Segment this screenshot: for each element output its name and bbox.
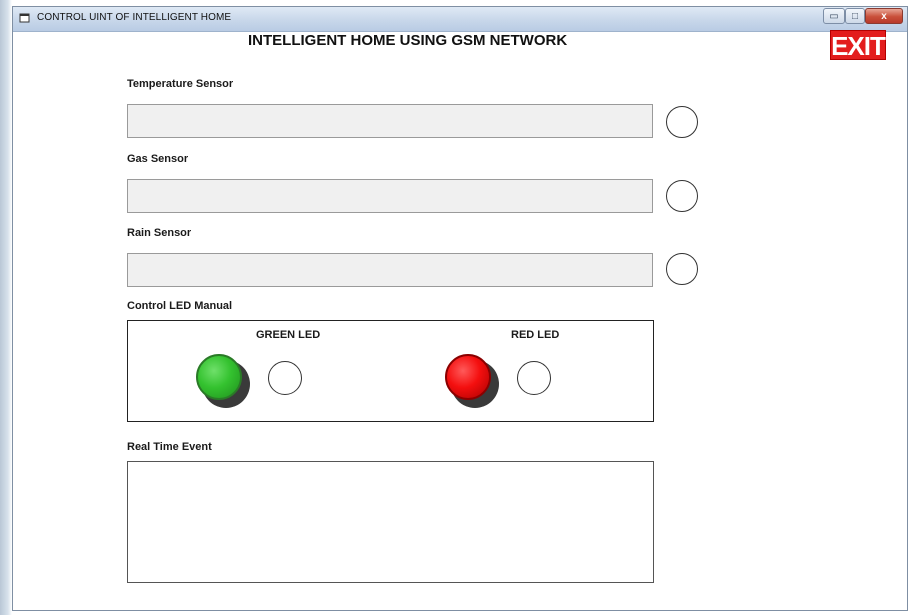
rain-sensor-label: Rain Sensor (127, 227, 192, 239)
window-title: CONTROL UINT OF INTELLIGENT HOME (37, 12, 232, 23)
close-button[interactable]: x (865, 8, 903, 24)
red-led-label: RED LED (511, 329, 560, 341)
gas-status-indicator (666, 180, 698, 212)
green-led-status-indicator (268, 361, 302, 395)
red-led-status-indicator (517, 361, 551, 395)
green-led-face (196, 354, 242, 400)
temperature-sensor-field[interactable] (127, 104, 653, 138)
app-icon (19, 13, 30, 23)
temperature-status-indicator (666, 106, 698, 138)
page-title: INTELLIGENT HOME USING GSM NETWORK (248, 32, 568, 49)
gas-sensor-label: Gas Sensor (127, 153, 189, 165)
red-led-button[interactable] (445, 354, 499, 408)
title-bar[interactable]: CONTROL UINT OF INTELLIGENT HOME ▭ □ x (13, 7, 907, 32)
real-time-event-log[interactable] (127, 461, 654, 583)
green-led-button[interactable] (196, 354, 250, 408)
desktop-background (0, 0, 12, 615)
real-time-event-label: Real Time Event (127, 441, 212, 453)
rain-status-indicator (666, 253, 698, 285)
led-control-group: GREEN LED RED LED (127, 320, 654, 422)
rain-sensor-field[interactable] (127, 253, 653, 287)
minimize-button[interactable]: ▭ (823, 8, 845, 24)
green-led-label: GREEN LED (256, 329, 321, 341)
red-led-face (445, 354, 491, 400)
control-led-label: Control LED Manual (127, 300, 233, 312)
gas-sensor-field[interactable] (127, 179, 653, 213)
temperature-sensor-label: Temperature Sensor (127, 78, 234, 90)
exit-button[interactable]: EXIT (830, 30, 886, 61)
maximize-button[interactable]: □ (845, 8, 865, 24)
